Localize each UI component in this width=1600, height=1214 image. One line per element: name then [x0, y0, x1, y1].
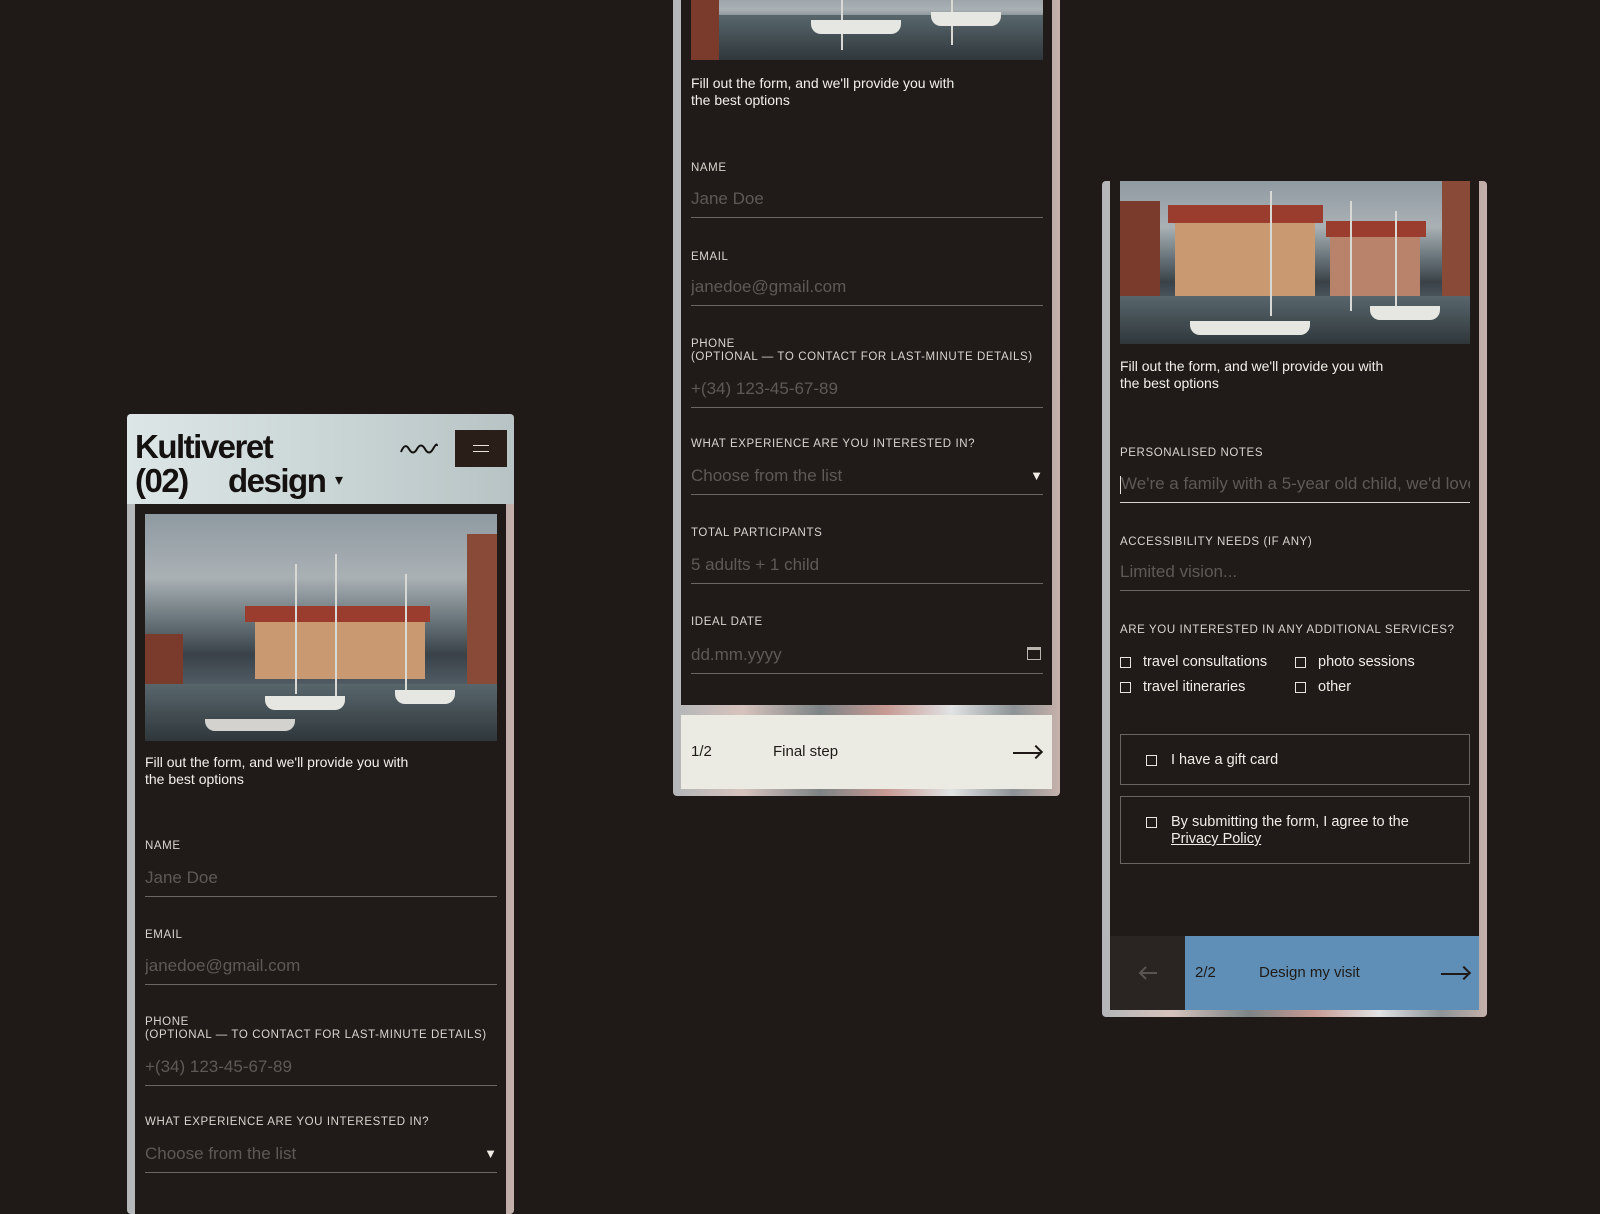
- date-input-value: dd.mm.yyyy: [691, 645, 782, 664]
- service-option-label: travel itineraries: [1143, 679, 1246, 695]
- experience-select-value: Choose from the list: [691, 466, 843, 485]
- service-option-label: photo sessions: [1318, 654, 1415, 670]
- arrow-right-icon: [1013, 752, 1041, 754]
- service-option[interactable]: travel consultations: [1120, 654, 1267, 670]
- accessibility-input[interactable]: Limited vision...: [1120, 562, 1470, 591]
- hero-photo: [145, 514, 497, 741]
- checkbox[interactable]: [1295, 681, 1306, 693]
- menu-button[interactable]: [455, 430, 507, 467]
- phone-input[interactable]: +(34) 123-45-67-89: [691, 379, 1043, 408]
- notes-input-value: We're a family with a 5-year old child, …: [1121, 474, 1470, 493]
- back-button[interactable]: [1110, 936, 1185, 1010]
- experience-select-value: Choose from the list: [145, 1144, 297, 1163]
- consent-option[interactable]: By submitting the form, I agree to the P…: [1120, 796, 1470, 864]
- services-label: ARE YOU INTERESTED IN ANY ADDITIONAL SER…: [1120, 624, 1455, 636]
- menu-icon: [473, 445, 489, 452]
- step2-bar[interactable]: 2/2 Design my visit: [1185, 936, 1479, 1010]
- gift-card-option[interactable]: I have a gift card: [1120, 734, 1470, 785]
- service-option-label: travel consultations: [1143, 654, 1268, 670]
- submit-label: Design my visit: [1259, 964, 1360, 981]
- arrow-left-icon: [1138, 966, 1157, 980]
- privacy-policy-link[interactable]: Privacy Policy: [1171, 831, 1261, 848]
- participants-label: TOTAL PARTICIPANTS: [691, 527, 823, 539]
- service-option[interactable]: other: [1295, 679, 1351, 695]
- step-counter: 1/2: [691, 743, 712, 760]
- checkbox[interactable]: [1146, 755, 1157, 766]
- phone-frame-right: Fill out the form, and we'll provide you…: [1102, 181, 1487, 1017]
- calendar-icon[interactable]: [1027, 647, 1041, 660]
- intro-text: Fill out the form, and we'll provide you…: [691, 75, 955, 108]
- notes-input[interactable]: We're a family with a 5-year old child, …: [1120, 474, 1470, 503]
- hero-photo-middle: [691, 0, 1043, 60]
- wave-icon[interactable]: [399, 440, 439, 458]
- phone-frame-middle: Fill out the form, and we'll provide you…: [673, 0, 1060, 796]
- phone-label-note: (OPTIONAL — TO CONTACT FOR LAST-MINUTE D…: [145, 1029, 487, 1041]
- participants-input[interactable]: 5 adults + 1 child: [691, 555, 1043, 584]
- date-input[interactable]: dd.mm.yyyy: [691, 645, 1043, 674]
- date-label: IDEAL DATE: [691, 616, 763, 628]
- email-label: EMAIL: [691, 251, 729, 263]
- form-panel-right: Fill out the form, and we'll provide you…: [1110, 181, 1479, 936]
- brand-line1: Kultiveret: [135, 428, 274, 465]
- email-label: EMAIL: [145, 929, 183, 941]
- checkbox[interactable]: [1120, 681, 1131, 693]
- brand-word: design: [228, 462, 327, 499]
- checkbox[interactable]: [1295, 656, 1306, 668]
- email-input[interactable]: janedoe@gmail.com: [145, 956, 497, 985]
- service-option[interactable]: photo sessions: [1295, 654, 1415, 670]
- checkbox[interactable]: [1146, 817, 1157, 828]
- service-option[interactable]: travel itineraries: [1120, 679, 1245, 695]
- notes-label: PERSONALISED NOTES: [1120, 447, 1264, 459]
- step-counter: 2/2: [1195, 964, 1216, 981]
- consent-text: By submitting the form, I agree to the: [1171, 814, 1409, 830]
- name-input[interactable]: Jane Doe: [691, 189, 1043, 218]
- form-panel-middle: Fill out the form, and we'll provide you…: [681, 0, 1052, 705]
- caret-down-icon: ▼: [1030, 468, 1043, 483]
- intro-text: Fill out the form, and we'll provide you…: [1120, 358, 1384, 391]
- name-input[interactable]: Jane Doe: [145, 868, 497, 897]
- next-step-label: Final step: [773, 743, 839, 760]
- caret-down-icon: ▼: [484, 1146, 497, 1161]
- name-label: NAME: [145, 840, 181, 852]
- phone-frame-left: Kultiveret (02) design ▾ Fill out the fo…: [127, 414, 514, 1214]
- experience-label: WHAT EXPERIENCE ARE YOU INTERESTED IN?: [145, 1116, 430, 1128]
- gift-card-label: I have a gift card: [1171, 752, 1279, 768]
- brand-dropdown-icon[interactable]: ▾: [335, 470, 343, 490]
- experience-select[interactable]: Choose from the list ▼: [691, 466, 1043, 495]
- phone-label: PHONE: [145, 1016, 189, 1028]
- app-header: Kultiveret (02) design ▾: [127, 414, 514, 504]
- email-input[interactable]: janedoe@gmail.com: [691, 277, 1043, 306]
- form-panel-left: Fill out the form, and we'll provide you…: [135, 504, 506, 1214]
- hero-photo-right: [1120, 181, 1470, 344]
- checkbox[interactable]: [1120, 656, 1131, 668]
- phone-label-note: (OPTIONAL — TO CONTACT FOR LAST-MINUTE D…: [691, 351, 1033, 363]
- accessibility-label: ACCESSIBILITY NEEDS (IF ANY): [1120, 536, 1313, 548]
- brand-number: (02): [135, 462, 189, 499]
- arrow-right-icon: [1441, 973, 1469, 975]
- step1-bar[interactable]: 1/2 Final step: [681, 715, 1052, 789]
- phone-input[interactable]: +(34) 123-45-67-89: [145, 1057, 497, 1086]
- name-label: NAME: [691, 162, 727, 174]
- experience-select[interactable]: Choose from the list ▼: [145, 1144, 497, 1173]
- intro-text: Fill out the form, and we'll provide you…: [145, 754, 409, 787]
- phone-label: PHONE: [691, 338, 735, 350]
- service-option-label: other: [1318, 679, 1352, 695]
- experience-label: WHAT EXPERIENCE ARE YOU INTERESTED IN?: [691, 438, 976, 450]
